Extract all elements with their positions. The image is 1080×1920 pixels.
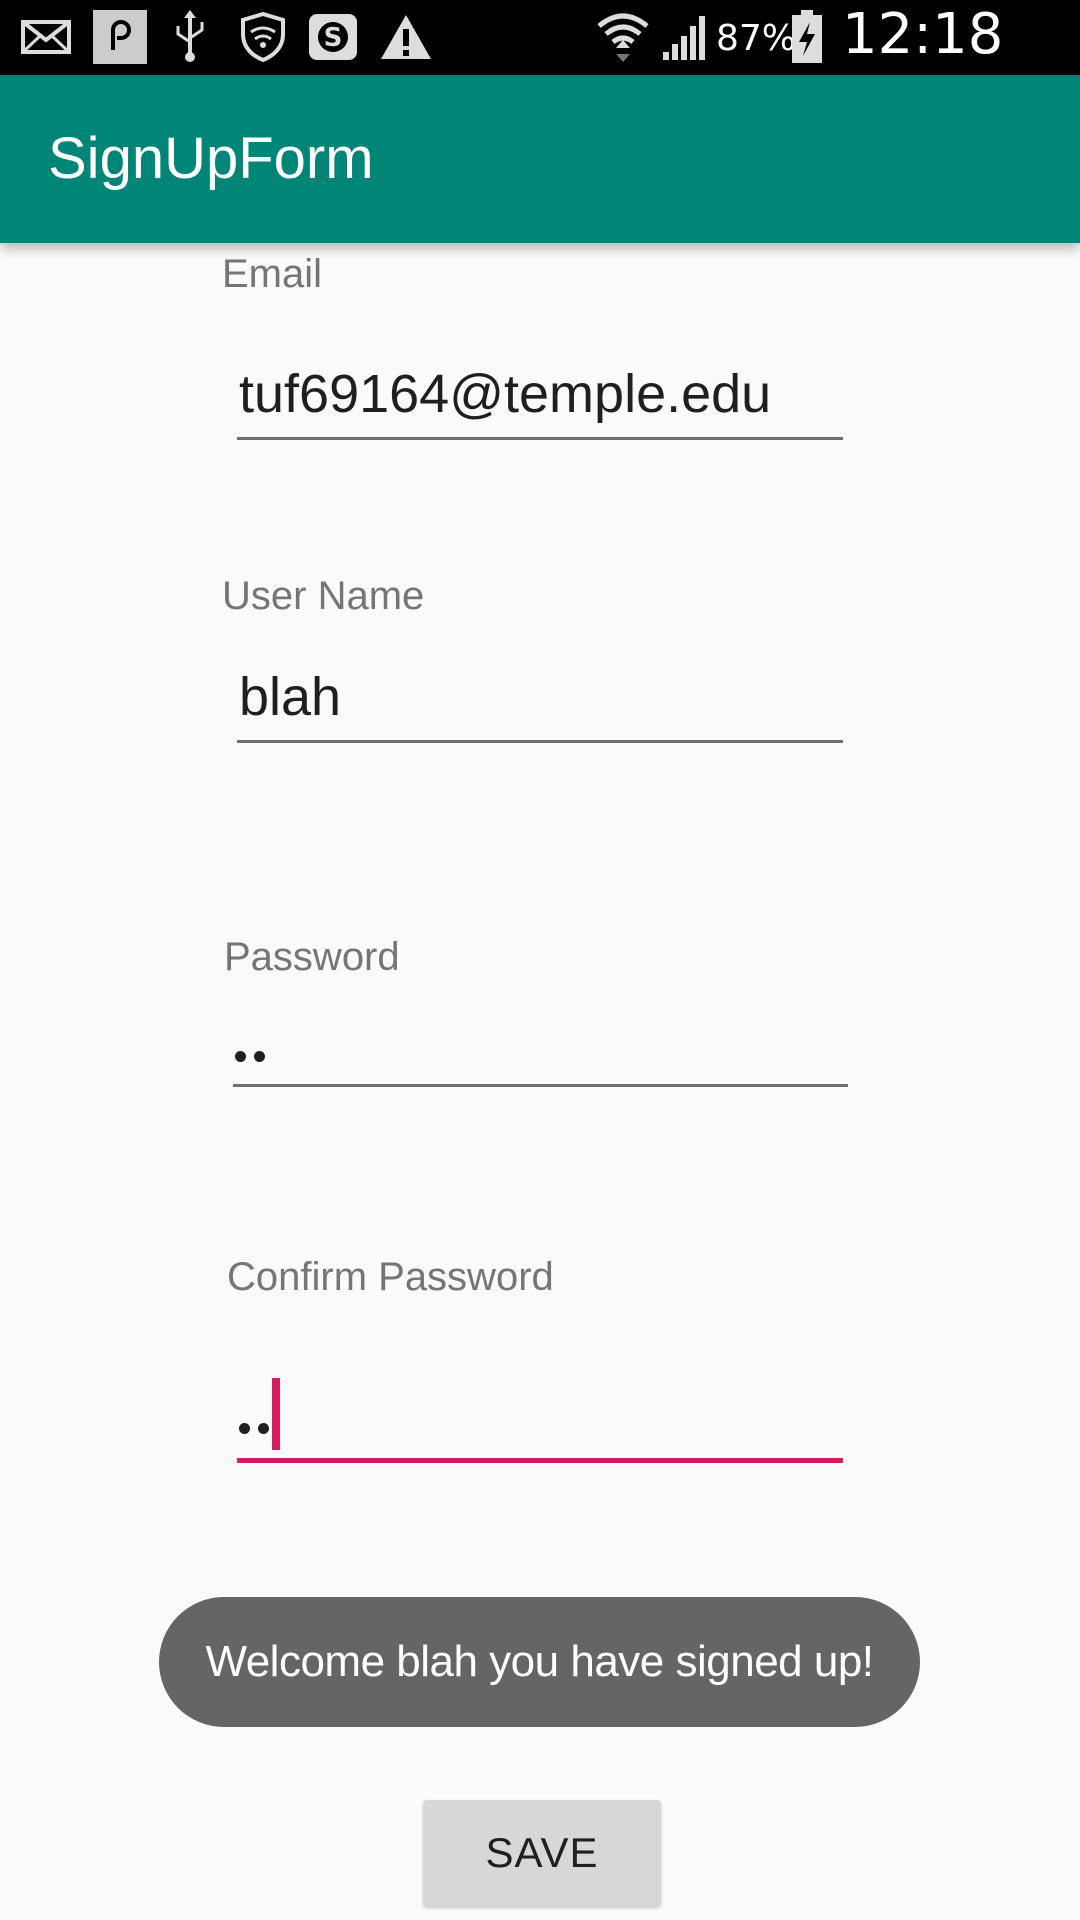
battery-percent: 87% — [716, 18, 797, 59]
username-label: User Name — [222, 574, 425, 618]
email-field[interactable]: tuf69164@temple.edu — [237, 356, 843, 440]
password-dot — [254, 1051, 265, 1062]
warning-icon — [378, 10, 434, 64]
shield-icon — [240, 10, 286, 64]
confirm-password-field[interactable] — [237, 1378, 843, 1463]
toast-message: Welcome blah you have signed up! — [159, 1597, 920, 1727]
app-bar: SignUpForm — [0, 75, 1080, 243]
usb-icon — [168, 10, 212, 64]
confirm-password-dot — [239, 1423, 250, 1434]
svg-text:S: S — [324, 23, 343, 53]
password-masked-value — [235, 1051, 265, 1062]
confirm-password-masked-value — [239, 1423, 269, 1434]
confirm-password-dot — [258, 1423, 269, 1434]
text-cursor — [272, 1378, 280, 1450]
save-button[interactable]: SAVE — [423, 1800, 661, 1906]
mail-icon — [20, 10, 72, 64]
username-value: blah — [239, 667, 342, 727]
pocket-icon — [92, 10, 148, 64]
toast-text: Welcome blah you have signed up! — [205, 1637, 874, 1686]
username-field[interactable]: blah — [237, 659, 843, 743]
wifi-icon — [596, 10, 650, 64]
password-dot — [235, 1051, 246, 1062]
password-label: Password — [224, 935, 400, 979]
status-bar: S 87% 12:18 PM — [0, 0, 1080, 132]
confirm-password-label: Confirm Password — [227, 1255, 554, 1299]
email-value: tuf69164@temple.edu — [239, 364, 772, 424]
app-title: SignUpForm — [48, 126, 374, 191]
s-app-icon: S — [306, 10, 360, 64]
save-button-label: SAVE — [485, 1829, 599, 1876]
email-label: Email — [222, 252, 323, 296]
password-field[interactable] — [233, 1003, 848, 1087]
signal-icon — [660, 10, 710, 64]
battery-icon — [790, 10, 824, 64]
